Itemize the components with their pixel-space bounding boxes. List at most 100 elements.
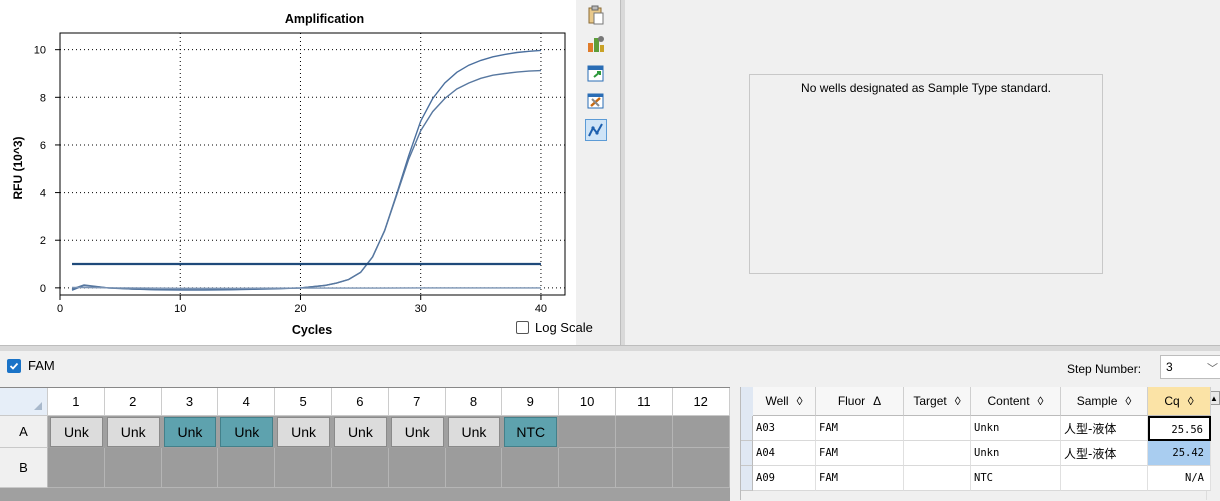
plate-well[interactable]: Unk [220, 417, 274, 447]
plate-well[interactable]: Unk [390, 417, 444, 447]
plate-column-header[interactable]: 12 [672, 388, 730, 416]
cell-well[interactable]: A03 [753, 416, 816, 441]
checkmark-icon [9, 362, 19, 370]
cell-sample[interactable]: 人型-液体 [1061, 441, 1148, 466]
cell-well[interactable]: A04 [753, 441, 816, 466]
plate-well[interactable] [275, 448, 332, 488]
cell-target[interactable] [904, 441, 971, 466]
plate-well[interactable] [161, 448, 219, 488]
plate-well[interactable] [104, 448, 162, 488]
column-header-well[interactable]: Well ◊ [753, 387, 816, 416]
plate-column-header[interactable]: 5 [275, 388, 332, 416]
trace-icon[interactable] [585, 119, 607, 141]
cell-sample[interactable] [1061, 466, 1148, 491]
fam-checkbox[interactable] [7, 359, 21, 373]
column-header-cq[interactable]: Cq ◊ [1148, 387, 1211, 416]
plate-column-header[interactable]: 2 [104, 388, 162, 416]
cell-well[interactable]: A09 [753, 466, 816, 491]
select-all-icon [34, 402, 42, 410]
plate-well[interactable] [559, 448, 616, 488]
plate-row-header[interactable]: A [0, 416, 48, 448]
y-tick-label: 2 [40, 235, 46, 247]
sort-icon[interactable]: ◊ [1188, 394, 1194, 408]
plate-well[interactable] [616, 448, 673, 488]
cell-cq[interactable]: 25.56 [1148, 416, 1211, 441]
column-header-label: Content [987, 394, 1030, 408]
sort-icon[interactable]: Δ [873, 394, 881, 408]
sort-icon[interactable]: ◊ [1125, 394, 1131, 408]
clipboard-icon[interactable] [585, 4, 607, 26]
cell-content[interactable]: NTC [971, 466, 1061, 491]
sort-icon[interactable]: ◊ [797, 394, 803, 408]
plate-well[interactable]: Unk [106, 417, 160, 447]
cell-content[interactable]: Unkn [971, 441, 1061, 466]
bar-chart-settings-icon[interactable] [585, 33, 607, 55]
well-results-table: ▲ Well ◊ Fluor Δ Target ◊ Content ◊ Sample ◊ Cq ◊ A0… [740, 387, 1220, 500]
vertical-splitter[interactable] [620, 0, 625, 345]
plate-column-header[interactable]: 1 [48, 388, 105, 416]
tools-icon[interactable] [585, 90, 607, 112]
plate-well[interactable] [332, 448, 389, 488]
plate-corner[interactable] [0, 388, 48, 416]
cell-fluor[interactable]: FAM [816, 466, 904, 491]
column-header-fluor[interactable]: Fluor Δ [816, 387, 904, 416]
plate-well[interactable] [388, 448, 446, 488]
plate-column-header[interactable]: 4 [218, 388, 276, 416]
sort-icon[interactable]: ◊ [955, 394, 961, 408]
plate-column-header[interactable]: 11 [616, 388, 673, 416]
plate-column-header[interactable]: 7 [388, 388, 446, 416]
cell-target[interactable] [904, 466, 971, 491]
plate-well[interactable]: Unk [447, 417, 501, 447]
cell-target[interactable] [904, 416, 971, 441]
plate-column-header[interactable]: 9 [502, 388, 560, 416]
cell-cq[interactable]: N/A [1148, 466, 1211, 491]
plate-well[interactable] [48, 448, 105, 488]
plate-column-header[interactable]: 10 [559, 388, 616, 416]
standard-curve-message: No wells designated as Sample Type stand… [801, 81, 1051, 95]
cell-content[interactable]: Unkn [971, 416, 1061, 441]
plate-well[interactable]: Unk [334, 417, 387, 447]
plate-well[interactable] [672, 416, 730, 448]
plate-well[interactable]: Unk [163, 417, 217, 447]
plate-well[interactable]: Unk [277, 417, 330, 447]
sort-icon[interactable]: ◊ [1038, 394, 1044, 408]
plate-well[interactable] [616, 416, 673, 448]
plate-well[interactable] [218, 448, 276, 488]
log-scale-label: Log Scale [535, 320, 593, 335]
plate-column-header[interactable]: 8 [445, 388, 503, 416]
column-header-target[interactable]: Target ◊ [904, 387, 971, 416]
plate-row-header[interactable]: B [0, 448, 48, 488]
row-indicator[interactable] [741, 441, 753, 466]
plate-well[interactable] [445, 448, 503, 488]
plate-column-header[interactable]: 6 [332, 388, 389, 416]
standard-curve-panel: No wells designated as Sample Type stand… [749, 74, 1103, 274]
plate-column-header[interactable]: 3 [161, 388, 219, 416]
amplification-curve-3 [71, 286, 541, 289]
export-icon[interactable] [585, 62, 607, 84]
log-scale-toggle[interactable]: Log Scale [516, 320, 593, 335]
plate-well[interactable] [502, 448, 560, 488]
row-indicator[interactable] [741, 416, 753, 441]
row-indicator[interactable] [741, 466, 753, 491]
plate-well[interactable]: Unk [50, 417, 103, 447]
column-header-content[interactable]: Content ◊ [971, 387, 1061, 416]
column-header-sample[interactable]: Sample ◊ [1061, 387, 1148, 416]
cell-fluor[interactable]: FAM [816, 416, 904, 441]
step-number-select[interactable]: 3 ﹀ [1160, 355, 1220, 379]
amplification-chart-panel: 0 10 20 30 40 0 2 4 6 8 10 Amplification Cycles RFU (… [0, 0, 576, 345]
column-header-label: Sample [1076, 394, 1118, 408]
x-tick-label: 40 [535, 303, 547, 315]
cell-sample[interactable]: 人型-液体 [1061, 416, 1148, 441]
cell-cq[interactable]: 25.42 [1148, 441, 1211, 466]
cell-fluor[interactable]: FAM [816, 441, 904, 466]
plate-well[interactable] [559, 416, 616, 448]
chart-toolbar [576, 0, 618, 345]
plate-well[interactable]: NTC [504, 417, 558, 447]
plate-well[interactable] [672, 448, 730, 488]
x-tick-label: 10 [174, 303, 186, 315]
x-axis-label: Cycles [292, 323, 332, 337]
y-tick-label: 0 [40, 283, 46, 295]
amplification-chart: 0 10 20 30 40 0 2 4 6 8 10 Amplification Cycles RFU (… [11, 12, 566, 337]
chart-title: Amplification [285, 12, 364, 26]
log-scale-checkbox[interactable] [516, 321, 529, 334]
